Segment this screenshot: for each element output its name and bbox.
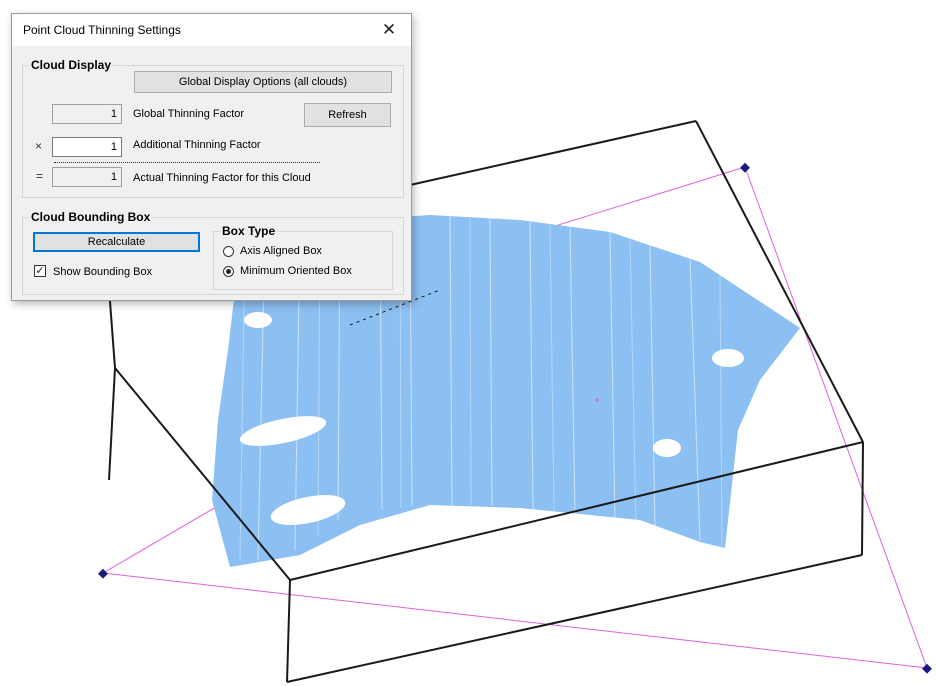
separator: [54, 162, 320, 163]
actual-thinning-label: Actual Thinning Factor for this Cloud: [133, 172, 311, 184]
axis-aligned-label: Axis Aligned Box: [240, 245, 322, 257]
multiply-symbol: ×: [35, 139, 43, 153]
actual-thinning-field: 1: [52, 167, 122, 187]
box-type-label: Box Type: [220, 224, 278, 238]
show-bounding-box-checkbox[interactable]: ✓: [34, 265, 46, 277]
minimum-oriented-label: Minimum Oriented Box: [240, 265, 352, 277]
thinning-settings-dialog: Point Cloud Thinning Settings ✕ Cloud Di…: [11, 13, 412, 301]
cloud-display-label: Cloud Display: [29, 58, 114, 72]
recalculate-button[interactable]: Recalculate: [33, 232, 200, 252]
minimum-oriented-radio[interactable]: [223, 266, 234, 277]
show-bounding-box-label: Show Bounding Box: [53, 266, 153, 278]
equals-symbol: =: [36, 169, 44, 183]
additional-thinning-input[interactable]: 1: [52, 137, 122, 157]
global-display-options-button[interactable]: Global Display Options (all clouds): [134, 71, 392, 93]
close-icon: ✕: [381, 20, 397, 39]
axis-aligned-radio[interactable]: [223, 246, 234, 257]
global-thinning-label: Global Thinning Factor: [133, 108, 245, 120]
dialog-title: Point Cloud Thinning Settings: [23, 23, 181, 37]
refresh-button[interactable]: Refresh: [304, 103, 391, 127]
box-type-group: Box Type Axis Aligned Box Minimum Orient…: [213, 224, 393, 290]
title-bar[interactable]: Point Cloud Thinning Settings ✕: [12, 14, 411, 46]
cloud-display-group: Cloud Display Global Display Options (al…: [22, 58, 404, 198]
close-button[interactable]: ✕: [367, 14, 411, 46]
additional-thinning-label: Additional Thinning Factor: [133, 139, 261, 151]
bounding-box-label: Cloud Bounding Box: [29, 210, 153, 224]
bounding-box-group: Cloud Bounding Box Recalculate ✓ Show Bo…: [22, 210, 404, 295]
global-thinning-field: 1: [52, 104, 122, 124]
